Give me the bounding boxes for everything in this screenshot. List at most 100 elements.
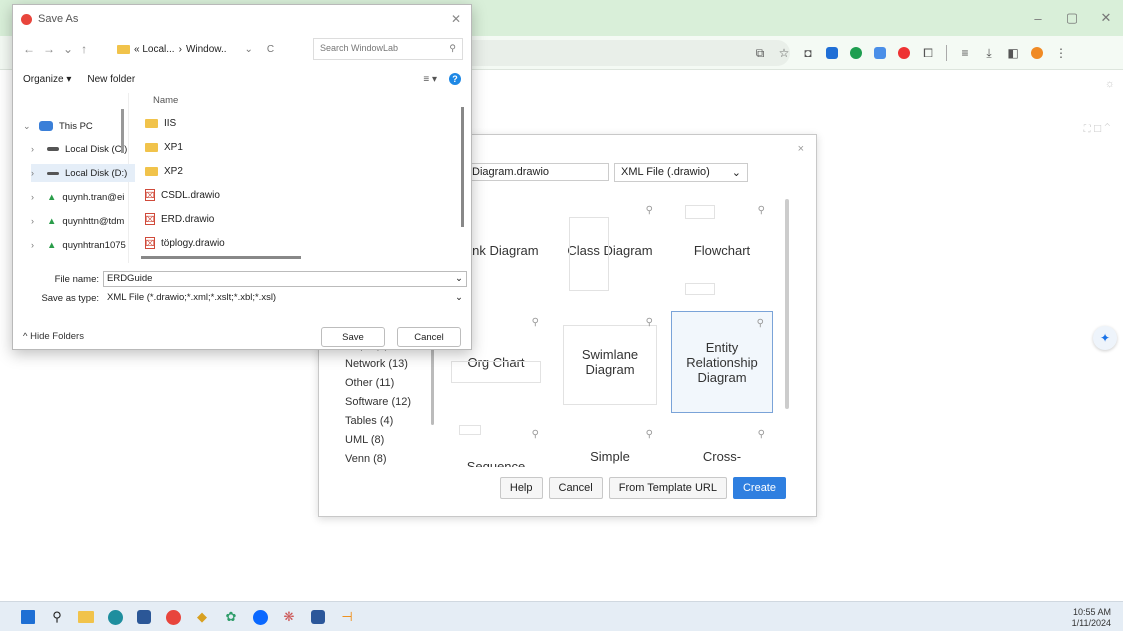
page-actions-icons[interactable]: ⛶☐⌃: [1084, 124, 1113, 135]
template-url-button[interactable]: From Template URL: [608, 477, 727, 499]
app-icon[interactable]: ❋: [279, 607, 299, 627]
maximize-button[interactable]: ▢: [1055, 10, 1089, 26]
adblock-icon[interactable]: [894, 44, 914, 62]
side-panel-icon[interactable]: ◧: [1003, 44, 1023, 62]
chevron-down-icon[interactable]: ⌄: [245, 44, 253, 55]
download-icon[interactable]: ⤓: [979, 44, 999, 62]
nav-item-disk-c[interactable]: › Local Disk (C:): [31, 140, 135, 158]
chevron-icon[interactable]: ⌄: [23, 121, 33, 132]
column-header-name[interactable]: Name: [153, 95, 178, 106]
app-icon[interactable]: ◆: [192, 607, 212, 627]
chrome-icon[interactable]: [163, 607, 183, 627]
zoom-icon[interactable]: ⚲: [646, 317, 653, 328]
zoom-icon[interactable]: ⚲: [646, 205, 653, 216]
category-item[interactable]: Software (12): [345, 396, 435, 415]
zoom-icon[interactable]: ⚲: [758, 205, 765, 216]
file-row[interactable]: ⌧ ERD.drawio: [145, 209, 214, 229]
extensions-puzzle-icon[interactable]: ⧠: [918, 44, 938, 62]
up-icon[interactable]: ↑: [81, 42, 87, 56]
search-icon[interactable]: ⚲: [47, 607, 67, 627]
forward-icon[interactable]: →: [43, 42, 55, 56]
zoom-icon[interactable]: ⚲: [757, 318, 764, 329]
zoom-icon[interactable]: ⚲: [758, 429, 765, 440]
help-button[interactable]: Help: [499, 477, 543, 499]
file-row[interactable]: IIS: [145, 113, 176, 133]
template-cross-functional[interactable]: ⚲ Cross-: [671, 423, 773, 467]
help-icon[interactable]: ?: [449, 73, 461, 85]
nav-item-drive-2[interactable]: › ▲ quynhttn@tdm: [31, 212, 135, 230]
app-icon[interactable]: ✿: [221, 607, 241, 627]
category-item[interactable]: UML (8): [345, 434, 435, 453]
zoom-icon[interactable]: ⚲: [532, 317, 539, 328]
folder-search-input[interactable]: Search WindowLab ⚲: [313, 38, 463, 60]
bookmark-star-icon[interactable]: ☆: [774, 44, 794, 62]
chevron-down-icon[interactable]: ⌄: [455, 273, 463, 285]
chevron-icon[interactable]: ›: [31, 168, 41, 178]
cast-icon[interactable]: ⧉: [750, 44, 770, 62]
save-as-close-icon[interactable]: ✕: [451, 12, 461, 26]
file-explorer-icon[interactable]: [76, 607, 96, 627]
windows-start-icon[interactable]: [18, 607, 38, 627]
file-row[interactable]: XP1: [145, 137, 183, 157]
minimize-button[interactable]: –: [1021, 11, 1055, 26]
chevron-icon[interactable]: ›: [31, 192, 41, 202]
dialog-close-icon[interactable]: ×: [798, 143, 804, 155]
reading-list-icon[interactable]: ≡: [955, 44, 975, 62]
menu-kebab-icon[interactable]: ⋮: [1051, 44, 1071, 62]
template-flowchart[interactable]: ⚲ Flowchart: [671, 199, 773, 301]
cancel-save-button[interactable]: Cancel: [397, 327, 461, 347]
camera-extension-icon[interactable]: ◘: [798, 44, 818, 62]
chevron-down-icon[interactable]: ⌄: [455, 292, 463, 304]
chevron-icon[interactable]: ›: [31, 240, 41, 250]
category-item[interactable]: Tables (4): [345, 415, 435, 434]
organize-button[interactable]: Organize ▾: [23, 74, 71, 85]
template-class[interactable]: ⚲ Class Diagram: [559, 199, 661, 301]
template-swimlane[interactable]: ⚲ Swimlane Diagram: [559, 311, 661, 413]
diagram-filename-input[interactable]: Diagram.drawio: [467, 163, 609, 181]
breadcrumb-part[interactable]: Window..: [186, 44, 227, 55]
file-list-hscrollbar[interactable]: [141, 256, 301, 259]
save-type-select[interactable]: XML File (*.drawio;*.xml;*.xslt;*.xbl;*.…: [103, 290, 467, 306]
create-button[interactable]: Create: [732, 477, 786, 499]
close-window-button[interactable]: ✕: [1089, 10, 1123, 26]
save-button[interactable]: Save: [321, 327, 385, 347]
chevron-icon[interactable]: ›: [31, 216, 41, 226]
view-options-button[interactable]: ≡ ▾: [423, 74, 437, 85]
template-scrollbar[interactable]: [785, 199, 789, 409]
zoom-icon[interactable]: ⚲: [532, 429, 539, 440]
zalo-icon[interactable]: [250, 607, 270, 627]
recent-chevron-icon[interactable]: ⌄: [63, 42, 73, 56]
nav-item-drive-1[interactable]: › ▲ quynh.tran@ei: [31, 188, 135, 206]
file-list-scrollbar[interactable]: [461, 107, 464, 227]
blue-extension-icon[interactable]: [822, 44, 842, 62]
file-row[interactable]: XP2: [145, 161, 183, 181]
new-folder-button[interactable]: New folder: [87, 74, 135, 85]
nav-item-this-pc[interactable]: ⌄ This PC: [23, 117, 127, 135]
file-row[interactable]: ⌧ CSDL.drawio: [145, 185, 220, 205]
category-item[interactable]: Other (11): [345, 377, 435, 396]
nav-pane-scrollbar[interactable]: [121, 109, 124, 153]
chevron-icon[interactable]: ›: [31, 144, 41, 154]
edge-icon[interactable]: [105, 607, 125, 627]
refresh-icon[interactable]: C: [267, 44, 274, 55]
file-row[interactable]: ⌧ töplogy.drawio: [145, 233, 225, 253]
store-icon[interactable]: [134, 607, 154, 627]
drawio-icon[interactable]: ⊣: [337, 607, 357, 627]
grammarly-icon[interactable]: [846, 44, 866, 62]
template-entity-relationship[interactable]: ⚲ Entity Relationship Diagram: [671, 311, 773, 413]
breadcrumb-part[interactable]: « Local...: [134, 44, 175, 55]
category-item[interactable]: Network (13): [345, 358, 435, 377]
nav-item-drive-3[interactable]: › ▲ quynhtran1075: [31, 236, 135, 254]
word-icon[interactable]: [308, 607, 328, 627]
profile-avatar-icon[interactable]: [1027, 44, 1047, 62]
file-type-select[interactable]: XML File (.drawio) ⌄: [614, 163, 748, 182]
category-scrollbar[interactable]: [431, 345, 434, 425]
hide-folders-button[interactable]: ^ Hide Folders: [23, 331, 84, 342]
nav-item-disk-d[interactable]: › Local Disk (D:): [31, 164, 135, 182]
address-bar[interactable]: [460, 40, 790, 66]
template-sequence[interactable]: ⚲ Sequence: [445, 423, 547, 467]
back-icon[interactable]: ←: [23, 42, 35, 56]
category-item[interactable]: Venn (8): [345, 453, 435, 472]
path-breadcrumb[interactable]: « Local... › Window.. ⌄ C: [117, 38, 311, 60]
template-simple[interactable]: ⚲ Simple: [559, 423, 661, 467]
